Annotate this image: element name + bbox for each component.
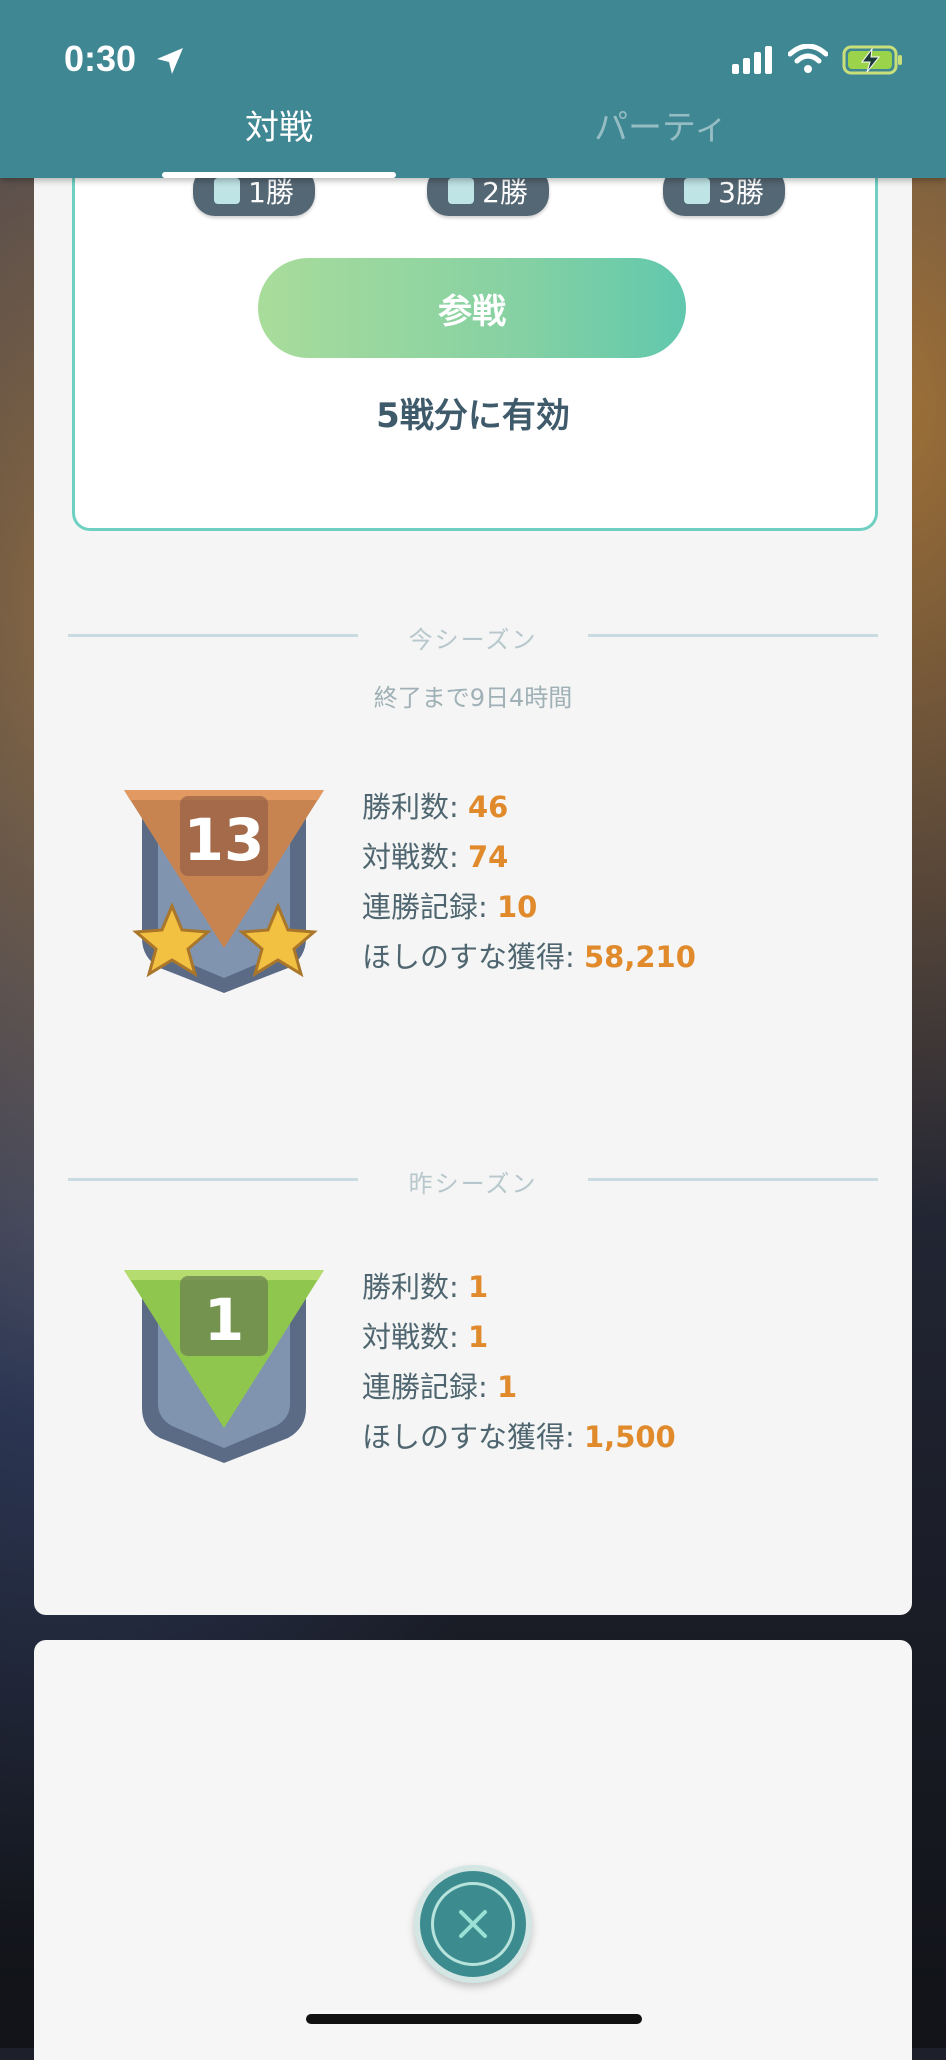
current-season-stats: 勝利数: 46 対戦数: 74 連勝記録: 10 ほしのすな獲得: 58,210 — [362, 782, 696, 982]
battery-charging-icon — [842, 45, 902, 75]
rank-number: 13 — [184, 806, 265, 874]
location-arrow-icon — [157, 48, 183, 74]
signal-icon — [732, 46, 772, 74]
previous-season-stats: 勝利数: 1 対戦数: 1 連勝記録: 1 ほしのすな獲得: 1,500 — [362, 1262, 676, 1462]
tab-battle[interactable]: 対戦 — [245, 100, 313, 149]
rank-medal-current: 13 — [124, 790, 324, 993]
close-button[interactable] — [414, 1865, 532, 1983]
stat-streak: 連勝記録: 10 — [362, 890, 538, 924]
stat-wins: 勝利数: 1 — [362, 1270, 489, 1304]
stat-stardust: ほしのすな獲得: 58,210 — [362, 940, 696, 974]
rank-medal-previous: 1 — [124, 1270, 324, 1463]
previous-season-title: 昨シーズン — [408, 1170, 538, 1198]
rank-number: 1 — [204, 1286, 244, 1354]
season-countdown: 終了まで9日4時間 — [373, 684, 573, 712]
wifi-icon — [788, 44, 828, 73]
close-icon — [459, 1910, 487, 1938]
home-indicator[interactable] — [306, 2014, 642, 2024]
active-tab-indicator — [162, 172, 396, 178]
join-battle-button[interactable]: 参戦 — [258, 258, 686, 358]
current-season-title: 今シーズン — [408, 626, 538, 654]
reward-box-icon — [214, 178, 241, 204]
status-time: 0:30 — [64, 38, 137, 79]
bottom-panel — [34, 1640, 912, 2060]
tab-party[interactable]: パーティ — [594, 100, 728, 149]
stat-battles: 対戦数: 1 — [362, 1320, 489, 1354]
stat-stardust: ほしのすな獲得: 1,500 — [362, 1420, 676, 1454]
stat-streak: 連勝記録: 1 — [362, 1370, 518, 1404]
reward-box-icon — [448, 178, 475, 204]
stat-battles: 対戦数: 74 — [362, 840, 509, 874]
valid-battles-text: 5戦分に有効 — [376, 396, 570, 436]
reward-box-icon — [684, 178, 711, 204]
stat-wins: 勝利数: 46 — [362, 790, 509, 824]
header: 0:30 対戦 パーティ — [0, 0, 946, 178]
